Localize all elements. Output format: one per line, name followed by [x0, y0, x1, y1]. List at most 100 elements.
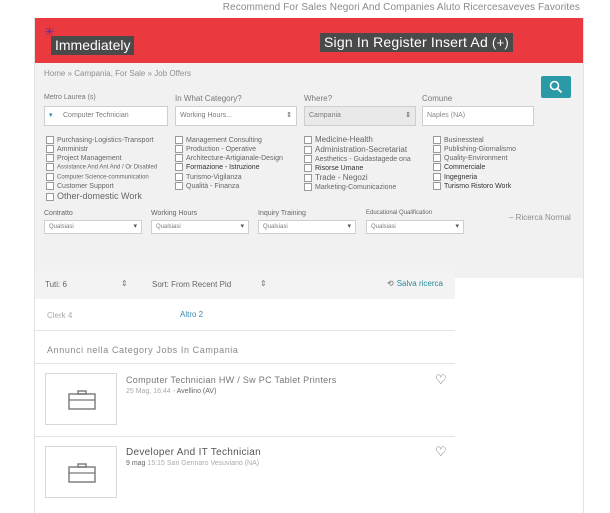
breadcrumb[interactable]: Home » Campania, For Sale » Job Offers — [44, 69, 191, 78]
category-checkbox[interactable]: Other-domestic Work — [46, 191, 142, 201]
job-title[interactable]: Computer Technician HW / Sw PC Tablet Pr… — [126, 375, 337, 385]
job-date: 9 mag — [126, 460, 146, 467]
chevron-down-icon: ▾ — [133, 223, 137, 230]
hours-select[interactable]: Qualsiasi ▾ — [151, 220, 249, 234]
search-button[interactable] — [541, 76, 571, 98]
briefcase-icon — [68, 390, 96, 410]
contract-select[interactable]: Qualsiasi ▾ — [44, 220, 142, 234]
checkbox-icon — [433, 182, 441, 190]
checkbox-icon — [304, 164, 312, 172]
save-search-label: Salva ricerca — [396, 279, 443, 288]
category-checkbox[interactable]: Businessteal — [433, 136, 484, 144]
favorite-heart-icon[interactable]: ♡ — [435, 372, 447, 388]
what-label: Metro Laurea (s) — [44, 94, 96, 101]
divider — [35, 330, 455, 331]
normal-search-link[interactable]: – Ricerca Normal — [509, 213, 571, 222]
what-dropdown-icon[interactable]: ▾ — [49, 107, 53, 125]
filter-chip-altro[interactable]: Altro 2 — [180, 310, 203, 319]
category-checkbox[interactable]: Commerciale — [433, 163, 485, 171]
sort-arrows-icon[interactable]: ⇕ — [121, 279, 128, 288]
insert-ad-plus[interactable]: (+) — [492, 35, 509, 50]
where-value: Campania — [309, 112, 341, 119]
auth-label[interactable]: Sign In Register Insert Ad — [324, 34, 488, 50]
save-search-button[interactable]: ⟲ Salva ricerca — [387, 279, 443, 288]
checkbox-icon — [304, 183, 312, 191]
category-checkbox[interactable]: Formazione - Istruzione — [175, 163, 260, 171]
category-checkbox[interactable]: Qualità - Finanza — [175, 182, 239, 190]
hours-value: Qualsiasi — [156, 224, 181, 230]
top-links-bar: Recommend For Sales Negori And Companies… — [0, 0, 610, 18]
filter-chip-clerk[interactable]: Clerk 4 — [47, 311, 72, 320]
job-thumbnail — [45, 446, 117, 498]
checkbox-icon — [175, 173, 183, 181]
contract-label: Contratto — [44, 210, 73, 217]
checkbox-icon — [433, 136, 441, 144]
briefcase-icon — [68, 463, 96, 483]
category-checkbox[interactable]: Aesthetics - Guidastagede ona — [304, 155, 411, 163]
category-checkbox[interactable]: Architecture-Artigianale-Design — [175, 154, 283, 162]
category-checkbox[interactable]: Quality-Environment — [433, 154, 507, 162]
category-checkbox[interactable]: Publishing-Giornalismo — [433, 145, 516, 153]
job-listing[interactable]: Computer Technician HW / Sw PC Tablet Pr… — [35, 364, 455, 434]
all-filter[interactable]: Tuti: 6 — [45, 280, 67, 289]
auth-links[interactable]: Sign In Register Insert Ad (+) — [320, 33, 513, 52]
checkbox-icon — [304, 145, 312, 154]
category-checkbox[interactable]: Computer Science-communication — [46, 173, 149, 181]
category-checkbox[interactable]: Purchasing-Logistics-Transport — [46, 136, 154, 144]
hours-label: Working Hours — [151, 210, 198, 217]
contract-value: Qualsiasi — [49, 224, 74, 230]
job-title[interactable]: Developer And IT Technician — [126, 447, 261, 458]
job-meta: 9 mag 15:15 San Gennaro Vesuviano (NA) — [126, 460, 259, 467]
category-checkbox[interactable]: Project Management — [46, 154, 122, 162]
category-checkbox[interactable]: Turismo-Vigilanza — [175, 173, 242, 181]
sort-select[interactable]: Sort: From Recent Pid — [152, 280, 231, 289]
category-checkbox[interactable]: Trade - Negozi — [304, 173, 368, 182]
page-frame: ✳ Immediately Sign In Register Insert Ad… — [34, 18, 584, 513]
category-checkbox[interactable]: Administration-Secretariat — [304, 145, 407, 154]
category-checkbox[interactable]: Amministr — [46, 145, 88, 153]
qualification-select[interactable]: Qualsiasi ▾ — [366, 220, 464, 234]
category-select[interactable]: Working Hours... ⇕ — [175, 106, 297, 126]
section-title: Annunci nella Category Jobs In Campania — [47, 345, 239, 355]
training-select[interactable]: Qualsiasi ▾ — [258, 220, 356, 234]
category-checkbox[interactable]: Marketing-Comunicazione — [304, 183, 396, 191]
save-search-icon: ⟲ — [387, 279, 394, 288]
checkbox-icon — [175, 163, 183, 171]
category-checkbox[interactable]: Turismo Ristoro Work — [433, 182, 511, 190]
checkbox-icon — [433, 163, 441, 171]
chevron-down-icon: ▾ — [347, 223, 351, 230]
what-input[interactable]: ▾ Computer Technician — [44, 106, 168, 126]
comune-input[interactable]: Naples (NA) — [422, 106, 534, 126]
category-checkbox[interactable]: Production - Operative — [175, 145, 256, 153]
top-links-text[interactable]: Recommend For Sales Negori And Companies… — [223, 2, 580, 13]
checkbox-icon — [433, 145, 441, 153]
where-label: Where? — [304, 94, 333, 103]
checkbox-icon — [175, 136, 183, 144]
checkbox-icon — [46, 182, 54, 190]
category-checkbox[interactable]: Risorse Umane — [304, 164, 363, 172]
site-logo[interactable]: Immediately — [51, 36, 135, 55]
category-checkbox[interactable]: Medicine-Health — [304, 135, 373, 144]
what-input-value: Computer Technician — [63, 112, 129, 119]
category-label: In What Category? — [175, 94, 242, 103]
category-checkbox[interactable]: Management Consulting — [175, 136, 262, 144]
checkbox-icon — [433, 154, 441, 162]
job-listing[interactable]: Developer And IT Technician 9 mag 15:15 … — [35, 437, 455, 507]
search-icon — [549, 80, 563, 94]
checkbox-icon — [304, 135, 312, 144]
results-toolbar: Tuti: 6 ⇕ Sort: From Recent Pid ⇕ ⟲ Salva… — [35, 271, 455, 299]
where-select[interactable]: Campania ⇕ — [304, 106, 416, 126]
job-meta: 25 Mag, 16:44 - Avellino (AV) — [126, 388, 216, 395]
sort-arrows-icon[interactable]: ⇕ — [260, 279, 267, 288]
category-checkbox[interactable]: Assistance And Ant And / Or Disabled — [46, 163, 157, 171]
favorite-heart-icon[interactable]: ♡ — [435, 444, 447, 460]
checkbox-icon — [433, 173, 441, 181]
job-place: 15:15 San Gennaro Vesuviano (NA) — [147, 460, 260, 467]
checkbox-icon — [46, 163, 54, 171]
chevron-down-icon: ▾ — [240, 223, 244, 230]
comune-label: Comune — [422, 94, 453, 103]
checkbox-icon — [304, 173, 312, 182]
where-chevron-icon: ⇕ — [405, 112, 411, 119]
category-checkbox[interactable]: Ingegneria — [433, 173, 477, 181]
category-checkbox[interactable]: Customer Support — [46, 182, 114, 190]
